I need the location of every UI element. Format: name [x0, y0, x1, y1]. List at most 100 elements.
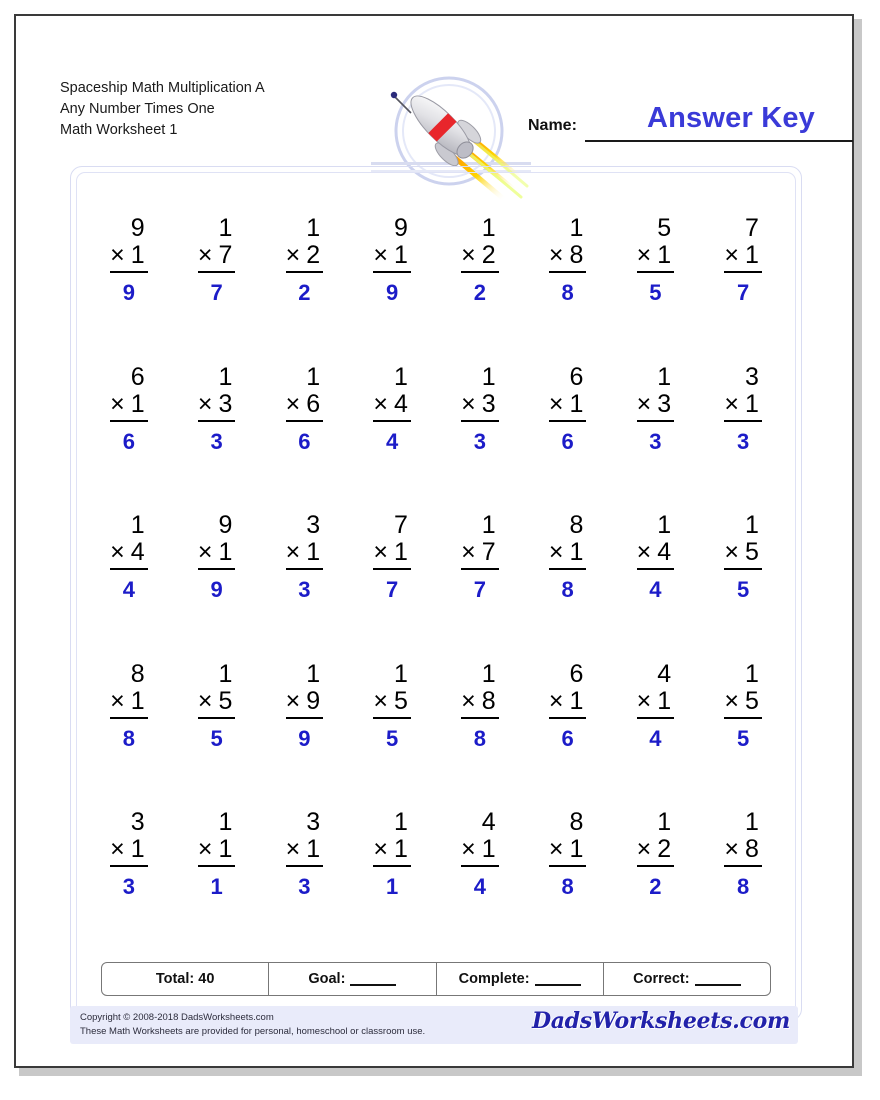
multiplier-row: × 1: [724, 390, 762, 422]
multiplier-row: × 7: [197, 242, 236, 273]
problem: 6 × 1 6: [85, 342, 173, 491]
multiplier: 1: [393, 241, 408, 269]
problem: 1 × 5 5: [348, 639, 436, 788]
problem-stack: 1 × 2 2: [636, 809, 675, 900]
problem-stack: 1 × 5 5: [197, 659, 236, 752]
problem-stack: 1 × 4 4: [110, 512, 148, 603]
problem: 6 × 1 6: [524, 639, 612, 788]
multiply-icon: ×: [285, 835, 301, 864]
answer: 3: [298, 577, 311, 603]
answer: 3: [298, 874, 311, 900]
answer: 9: [210, 577, 223, 603]
multiply-icon: ×: [285, 686, 301, 715]
multiplicand: 6: [130, 362, 145, 391]
problem: 1 × 2 2: [436, 193, 524, 342]
problem: 8 × 1 8: [85, 639, 173, 788]
correct-label: Correct:: [633, 971, 690, 987]
problem-stack: 1 × 1 1: [373, 809, 411, 900]
multiplicand: 3: [130, 808, 145, 837]
problem-stack: 8 × 1 8: [548, 809, 587, 900]
problem-stack: 1 × 8 8: [461, 660, 499, 752]
problem-stack: 1 × 5 5: [724, 512, 762, 603]
multiply-icon: ×: [285, 389, 301, 418]
score-cell-correct[interactable]: Correct:: [604, 963, 770, 995]
multiplier-row: × 1: [373, 539, 411, 571]
worksheet-title-block: Spaceship Math Multiplication A Any Numb…: [60, 78, 265, 141]
answer: 6: [298, 428, 311, 454]
multiplier: 2: [657, 835, 672, 864]
multiply-icon: ×: [724, 686, 739, 715]
problem-stack: 1 × 4 4: [373, 363, 411, 455]
answer: 3: [649, 428, 662, 454]
worksheet-frame: 9 × 1 9 1 × 7 7 1 × 2 2 9 × 1 9 1 × 2 2 1 × 8 8 5 × 1 5 7 × 1 7 6 × 1 6 1 × 3 3…: [70, 166, 802, 1021]
multiplicand: 4: [657, 659, 672, 688]
answer: 1: [385, 874, 399, 900]
problem: 1 × 3 3: [612, 342, 700, 491]
problem-stack: 6 × 1 6: [548, 363, 587, 455]
problem: 9 × 1 9: [348, 193, 436, 342]
problem: 7 × 1 7: [699, 193, 787, 342]
multiplier-row: × 8: [461, 686, 499, 719]
multiplier-row: × 3: [197, 389, 236, 422]
answer: 4: [649, 725, 662, 751]
multiplier-row: × 2: [461, 242, 499, 273]
multiply-icon: ×: [636, 538, 652, 567]
problem-stack: 3 × 1 3: [724, 363, 762, 455]
multiplier-row: × 1: [548, 390, 587, 422]
multiply-icon: ×: [197, 389, 213, 418]
problem-stack: 1 × 3 3: [636, 363, 675, 455]
score-cell-goal[interactable]: Goal:: [269, 963, 437, 995]
answer: 7: [385, 577, 399, 603]
multiply-icon: ×: [724, 538, 739, 567]
problem-stack: 4 × 1 4: [461, 809, 499, 900]
multiplier-row: × 3: [461, 390, 499, 422]
multiplier: 1: [306, 538, 321, 567]
problem: 6 × 1 6: [524, 342, 612, 491]
problem: 1 × 3 3: [173, 342, 261, 491]
problem: 1 × 4 4: [85, 490, 173, 639]
problem: 1 × 2 2: [612, 787, 700, 936]
worksheet-title: Spaceship Math Multiplication A: [60, 80, 265, 96]
problem-stack: 6 × 1 6: [548, 660, 587, 752]
problem-stack: 1 × 7 7: [197, 215, 236, 306]
multiply-icon: ×: [461, 835, 476, 864]
multiplier: 8: [481, 686, 496, 715]
worksheet-page: Spaceship Math Multiplication A Any Numb…: [14, 14, 854, 1068]
problem: 1 × 5 5: [173, 639, 261, 788]
worksheet-frame-inner: 9 × 1 9 1 × 7 7 1 × 2 2 9 × 1 9 1 × 2 2 1 × 8 8 5 × 1 5 7 × 1 7 6 × 1 6 1 × 3 3…: [76, 172, 796, 1015]
name-input-line[interactable]: [585, 140, 853, 142]
multiplicand: 1: [218, 659, 233, 688]
multiply-icon: ×: [110, 835, 125, 864]
problem-stack: 6 × 1 6: [110, 362, 148, 455]
answer: 9: [122, 280, 135, 305]
problem-row: 6 × 1 6 1 × 3 3 1 × 6 6 1 × 4 4 1 × 3 3 6 × 1 6 1 × 3 3 3 × 1 3: [85, 342, 787, 491]
multiplier-row: × 1: [373, 242, 411, 273]
problem: 1 × 6 6: [261, 342, 349, 491]
multiplier: 1: [130, 241, 145, 269]
problem-stack: 8 × 1 8: [110, 660, 148, 752]
problem-stack: 1 × 4 4: [636, 512, 675, 603]
multiply-icon: ×: [636, 835, 652, 864]
multiply-icon: ×: [548, 835, 564, 864]
multiplier: 8: [744, 835, 759, 864]
score-cell-complete[interactable]: Complete:: [437, 963, 604, 995]
goal-blank[interactable]: [350, 973, 397, 986]
multiplier: 7: [481, 538, 496, 567]
problem: 1 × 4 4: [612, 490, 700, 639]
multiplier: 2: [481, 241, 496, 269]
problem: 4 × 1 4: [612, 639, 700, 788]
answer: 8: [473, 725, 486, 751]
name-field-block: Name: Answer Key: [528, 102, 853, 148]
multiplier: 3: [657, 389, 672, 418]
multiply-icon: ×: [373, 686, 388, 715]
multiply-icon: ×: [285, 241, 301, 269]
multiplier-row: × 9: [285, 686, 324, 719]
complete-blank[interactable]: [534, 973, 581, 986]
problem-stack: 1 × 9 9: [285, 660, 324, 752]
copyright-block: Copyright © 2008-2018 DadsWorksheets.com…: [80, 1011, 425, 1039]
worksheet-number: Math Worksheet 1: [60, 122, 178, 138]
problem-row: 8 × 1 8 1 × 5 5 1 × 9 9 1 × 5 5 1 × 8 8 6 × 1 6 4 × 1 4 1 × 5 5: [85, 639, 787, 788]
problem-stack: 7 × 1 7: [724, 215, 762, 306]
copyright-line: Copyright © 2008-2018 DadsWorksheets.com: [80, 1012, 274, 1023]
correct-blank[interactable]: [694, 973, 741, 986]
